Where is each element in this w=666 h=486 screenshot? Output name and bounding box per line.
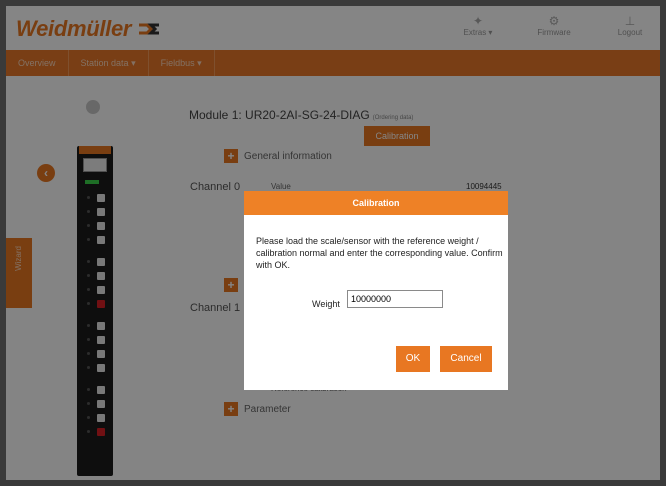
cancel-button[interactable]: Cancel [440, 346, 492, 372]
dialog-message: Please load the scale/sensor with the re… [256, 236, 503, 270]
dialog-title: Calibration [244, 191, 508, 215]
app-window: Weidmüller ✦ Extras ▾ ⚙ Firmware ⊥ Logou… [6, 6, 660, 480]
weight-label: Weight [312, 299, 340, 309]
weight-input[interactable] [347, 290, 443, 308]
ok-button[interactable]: OK [396, 346, 430, 372]
